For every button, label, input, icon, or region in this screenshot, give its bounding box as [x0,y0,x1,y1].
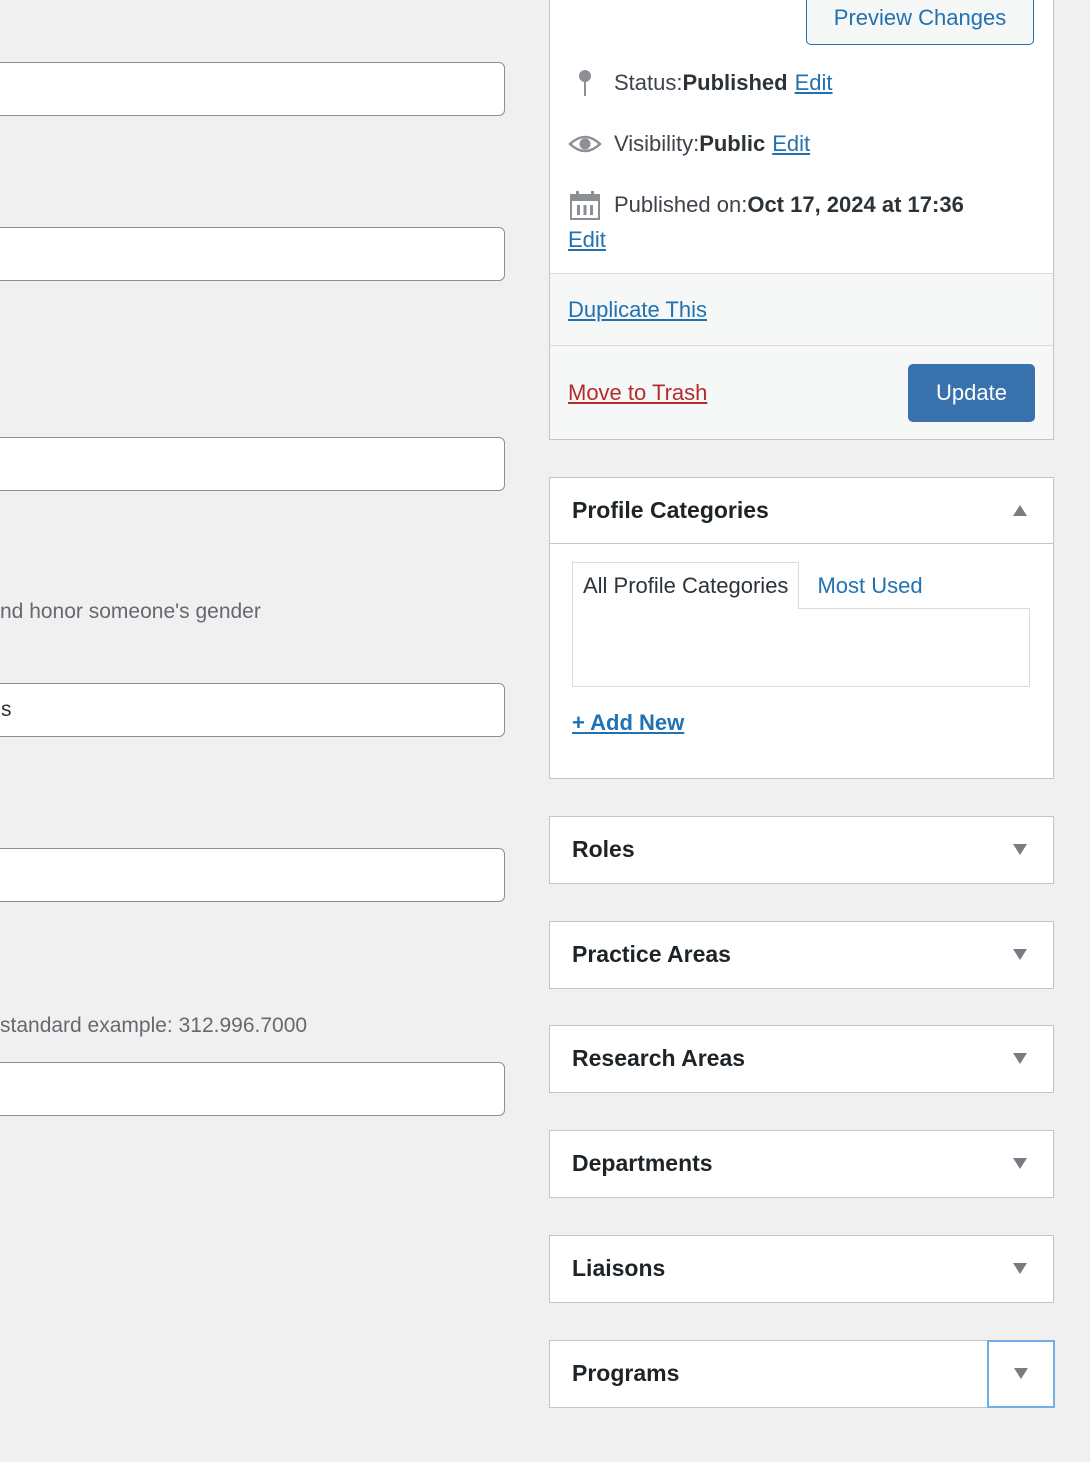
published-on-label: Published on: [614,192,748,217]
phone-field[interactable] [0,1062,505,1116]
status-label: Status: [614,70,683,95]
text-field-2[interactable] [0,227,505,281]
edit-status-link[interactable]: Edit [795,70,833,96]
roles-header[interactable]: Roles [550,817,1053,882]
phone-description: standard example: 312.996.7000 [0,1014,308,1037]
practice-areas-title: Practice Areas [572,941,731,967]
pronouns-field[interactable]: s [0,683,505,737]
departments-box: Departments [549,1130,1054,1198]
visibility-label: Visibility: [614,131,700,156]
text-field-5[interactable] [0,848,505,902]
chevron-down-icon [1013,1368,1028,1379]
pronouns-description: nd honor someone's gender [0,600,261,623]
category-checklist [572,608,1030,687]
research-areas-box: Research Areas [549,1025,1054,1093]
tab-all-profile-categories[interactable]: All Profile Categories [572,562,800,609]
liaisons-header[interactable]: Liaisons [550,1236,1053,1301]
status-value: Published [682,70,788,95]
research-areas-header[interactable]: Research Areas [550,1026,1053,1091]
edit-date-row: Edit [568,227,606,253]
practice-areas-header[interactable]: Practice Areas [550,922,1053,987]
update-button[interactable]: Update [908,363,1035,422]
move-to-trash-link[interactable]: Move to Trash [568,380,707,406]
expand-toggle[interactable] [1009,1153,1031,1175]
departments-title: Departments [572,1150,713,1176]
visibility-value: Public [699,131,766,156]
programs-box: Programs [549,1339,1055,1408]
status-row: Status: Published Edit [568,68,833,98]
visibility-row: Visibility: Public Edit [568,129,810,159]
chevron-down-icon [1013,844,1027,855]
edit-date-link[interactable]: Edit [568,227,606,253]
calendar-icon [568,190,602,220]
publishing-actions: Move to Trash Update [550,345,1053,439]
profile-categories-box: Profile Categories All Profile Categorie… [549,477,1054,779]
expand-toggle-focused[interactable] [986,1339,1055,1408]
programs-header[interactable]: Programs [550,1341,1053,1406]
published-on-value: Oct 17, 2024 at 17:36 [747,192,964,217]
expand-toggle[interactable] [1009,944,1031,966]
expand-toggle[interactable] [1009,1048,1031,1070]
add-new-category-link[interactable]: + Add New [572,710,684,736]
edit-visibility-link[interactable]: Edit [772,131,810,157]
research-areas-title: Research Areas [572,1045,746,1071]
collapse-toggle[interactable] [1009,500,1031,522]
chevron-up-icon [1013,505,1027,516]
chevron-down-icon [1013,1053,1027,1064]
liaisons-title: Liaisons [572,1255,666,1281]
expand-toggle[interactable] [1009,1258,1031,1280]
expand-toggle[interactable] [1009,839,1031,861]
roles-box: Roles [549,816,1054,884]
text-field-3[interactable] [0,437,505,491]
chevron-down-icon [1013,949,1027,960]
roles-title: Roles [572,836,635,862]
eye-icon [568,129,602,159]
chevron-down-icon [1013,1158,1027,1169]
category-tabs: All Profile Categories Most Used [572,562,941,609]
publish-box: Preview Changes Status: Published Edit V… [549,0,1054,440]
publish-misc: Preview Changes Status: Published Edit V… [550,0,1053,273]
practice-areas-box: Practice Areas [549,921,1054,989]
profile-categories-title: Profile Categories [572,497,769,523]
preview-changes-button[interactable]: Preview Changes [806,0,1034,45]
duplicate-section: Duplicate This [550,273,1053,345]
chevron-down-icon [1013,1263,1027,1274]
programs-title: Programs [572,1360,680,1386]
tab-most-used[interactable]: Most Used [799,562,940,609]
departments-header[interactable]: Departments [550,1131,1053,1196]
profile-categories-header[interactable]: Profile Categories [550,478,1053,544]
pin-icon [568,68,602,98]
published-on-row: Published on: Oct 17, 2024 at 17:36 [568,190,964,220]
duplicate-this-link[interactable]: Duplicate This [568,297,707,323]
text-field-1[interactable] [0,62,505,116]
liaisons-box: Liaisons [549,1235,1054,1303]
